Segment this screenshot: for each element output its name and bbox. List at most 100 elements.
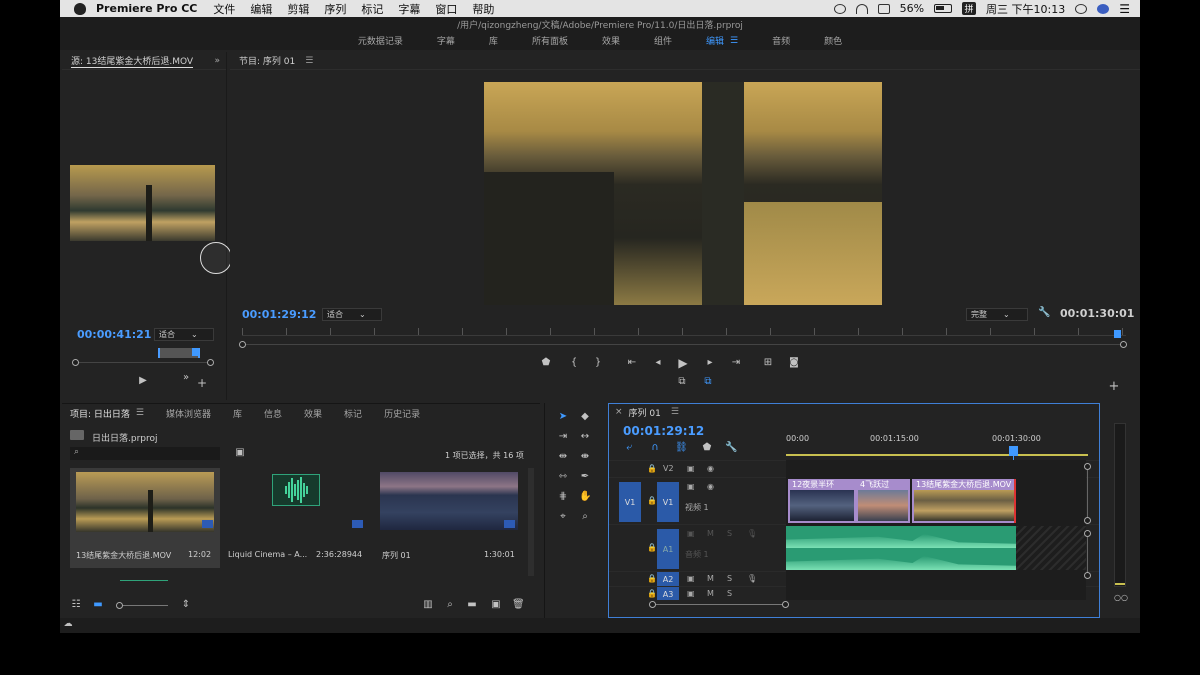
workspace-menu-icon[interactable]: ☰ bbox=[730, 36, 738, 46]
solo-meter-icon[interactable]: ○○ bbox=[1114, 593, 1128, 602]
track-target-a1[interactable]: A1 bbox=[657, 529, 679, 569]
project-item-1[interactable]: 13结尾紫金大桥后退.MOV 12:02 bbox=[70, 468, 220, 568]
step-forward-icon[interactable]: ▸ bbox=[704, 357, 716, 368]
h-scrollbar[interactable] bbox=[653, 604, 785, 605]
v-scrollbar-upper[interactable] bbox=[1087, 470, 1088, 520]
new-item-icon[interactable]: ▣ bbox=[490, 599, 502, 610]
timeline-sequence-tab[interactable]: 序列 01 bbox=[629, 406, 661, 419]
workspace-tab-all-panels[interactable]: 所有面板 bbox=[532, 34, 568, 47]
source-playhead[interactable] bbox=[192, 348, 199, 356]
wifi-icon[interactable] bbox=[855, 3, 868, 14]
battery-icon[interactable] bbox=[934, 4, 953, 13]
project-scrollbar[interactable] bbox=[528, 468, 534, 576]
sync-lock-icon[interactable]: ▣ bbox=[687, 574, 695, 583]
linked-selection-icon[interactable]: ⛓ bbox=[675, 442, 688, 453]
notification-center-icon[interactable]: ☰ bbox=[1119, 2, 1130, 16]
lock-icon[interactable]: 🔒 bbox=[647, 574, 657, 583]
video-clip-2[interactable]: 4飞跃过 bbox=[856, 479, 910, 523]
source-more-controls-icon[interactable]: » bbox=[180, 372, 192, 383]
add-marker-icon[interactable]: ⬟ bbox=[701, 442, 713, 453]
source-timecode[interactable]: 00:00:41:21 bbox=[77, 328, 151, 341]
track-select-tool-icon[interactable]: ◆ bbox=[579, 411, 591, 422]
tab-history[interactable]: 历史记录 bbox=[384, 407, 420, 420]
workspace-tab-effects[interactable]: 效果 bbox=[602, 34, 620, 47]
solo-button[interactable]: S bbox=[727, 574, 732, 583]
new-bin-from-search-icon[interactable]: ▣ bbox=[234, 447, 246, 458]
menu-file[interactable]: 文件 bbox=[213, 1, 235, 17]
timeline-panel-menu-icon[interactable]: ☰ bbox=[671, 407, 679, 417]
menubar-clock[interactable]: 周三 下午10:13 bbox=[986, 1, 1065, 17]
zoom-tool-icon[interactable]: ⌕ bbox=[579, 511, 591, 522]
program-scrubber[interactable] bbox=[242, 344, 1126, 345]
list-view-icon[interactable]: ☷ bbox=[70, 599, 82, 610]
sync-lock-icon[interactable]: ▣ bbox=[687, 529, 695, 538]
timeline-timecode[interactable]: 00:01:29:12 bbox=[623, 424, 704, 438]
audio-clip-a1[interactable] bbox=[786, 526, 1016, 570]
selection-tool-icon[interactable]: ➤ bbox=[557, 411, 569, 422]
program-time-ruler[interactable] bbox=[242, 328, 1126, 336]
snap-icon[interactable]: ∩ bbox=[649, 442, 661, 453]
eye-icon[interactable]: ◉ bbox=[707, 464, 714, 473]
slide-tool-icon[interactable]: ⋕ bbox=[557, 491, 569, 502]
source-fit-dropdown[interactable]: 适合 ⌄ bbox=[154, 328, 214, 341]
program-panel-menu-icon[interactable]: ☰ bbox=[305, 56, 313, 66]
solo-button[interactable]: S bbox=[727, 529, 732, 538]
program-quality-dropdown[interactable]: 完整 ⌄ bbox=[966, 308, 1028, 321]
timeline-settings-wrench-icon[interactable]: 🔧 bbox=[725, 442, 737, 453]
sync-lock-icon[interactable]: ▣ bbox=[687, 482, 695, 491]
apple-icon[interactable] bbox=[74, 2, 86, 15]
mute-button[interactable]: M bbox=[707, 589, 714, 598]
go-to-out-icon[interactable]: ⇥ bbox=[730, 357, 742, 368]
source-add-button-icon[interactable]: + bbox=[196, 376, 208, 390]
h-scroll-right-handle[interactable] bbox=[782, 601, 789, 608]
source-play-icon[interactable]: ▶ bbox=[137, 375, 149, 386]
track-target-v1[interactable]: V1 bbox=[657, 482, 679, 522]
workspace-tab-metadata[interactable]: 元数据记录 bbox=[358, 34, 403, 47]
vr-video-icon[interactable]: ⧉ bbox=[702, 376, 714, 387]
sort-icon[interactable]: ⇕ bbox=[180, 599, 192, 610]
menu-marker[interactable]: 标记 bbox=[361, 1, 383, 17]
add-marker-icon[interactable]: ⬟ bbox=[540, 357, 552, 368]
workspace-tab-titles[interactable]: 字幕 bbox=[437, 34, 455, 47]
program-add-button-icon[interactable]: + bbox=[1108, 379, 1120, 394]
program-monitor-tab[interactable]: 节目: 序列 01 bbox=[239, 54, 295, 67]
go-to-in-icon[interactable]: ⇤ bbox=[626, 357, 638, 368]
step-back-icon[interactable]: ◂ bbox=[652, 357, 664, 368]
source-patch-v1[interactable]: V1 bbox=[619, 482, 641, 522]
automate-to-sequence-icon[interactable]: ▥ bbox=[422, 599, 434, 610]
thumbnail-size-slider[interactable] bbox=[116, 602, 168, 609]
spotlight-icon[interactable] bbox=[1075, 3, 1088, 14]
menu-window[interactable]: 窗口 bbox=[435, 1, 457, 17]
v-scroll-bottom-handle[interactable] bbox=[1084, 572, 1091, 579]
source-zoom-handle-left[interactable] bbox=[72, 359, 79, 366]
v-scroll-a-top-handle[interactable] bbox=[1084, 530, 1091, 537]
hand-tool-icon[interactable]: ✋ bbox=[579, 491, 591, 502]
mark-in-icon[interactable]: { bbox=[568, 357, 580, 368]
menu-title[interactable]: 字幕 bbox=[398, 1, 420, 17]
project-search-input[interactable]: ⌕ bbox=[70, 447, 220, 460]
menu-edit[interactable]: 编辑 bbox=[250, 1, 272, 17]
tab-markers[interactable]: 标记 bbox=[344, 407, 362, 420]
tab-info[interactable]: 信息 bbox=[264, 407, 282, 420]
solo-button[interactable]: S bbox=[727, 589, 732, 598]
microphone-icon[interactable]: 🎙 bbox=[747, 574, 757, 583]
new-bin-icon[interactable]: ▬ bbox=[466, 599, 478, 610]
program-playhead[interactable] bbox=[1114, 330, 1121, 338]
airplay-icon[interactable] bbox=[877, 3, 890, 14]
nest-toggle-icon[interactable]: ⤶ bbox=[623, 442, 635, 453]
program-zoom-handle-left[interactable] bbox=[239, 341, 246, 348]
source-monitor-tab[interactable]: 源: 13结尾紫金大桥后退.MOV bbox=[71, 54, 194, 68]
program-zoom-handle-right[interactable] bbox=[1120, 341, 1127, 348]
timeline-playhead[interactable] bbox=[1009, 446, 1018, 456]
project-item-3[interactable]: 序列 01 1:30:01 bbox=[376, 468, 526, 568]
input-method[interactable]: 拼 bbox=[962, 2, 977, 15]
sync-lock-icon[interactable]: ▣ bbox=[687, 464, 695, 473]
export-frame-icon[interactable]: ◙ bbox=[788, 357, 800, 368]
settings-wrench-icon[interactable]: 🔧 bbox=[1038, 307, 1050, 318]
workspace-tab-libraries[interactable]: 库 bbox=[489, 34, 498, 47]
lock-icon[interactable]: 🔒 bbox=[647, 543, 657, 552]
v-scroll-top-handle[interactable] bbox=[1084, 463, 1091, 470]
text-tool-icon[interactable]: ⌖ bbox=[557, 511, 569, 522]
mute-button[interactable]: M bbox=[707, 574, 714, 583]
program-preview-image[interactable] bbox=[484, 82, 882, 305]
